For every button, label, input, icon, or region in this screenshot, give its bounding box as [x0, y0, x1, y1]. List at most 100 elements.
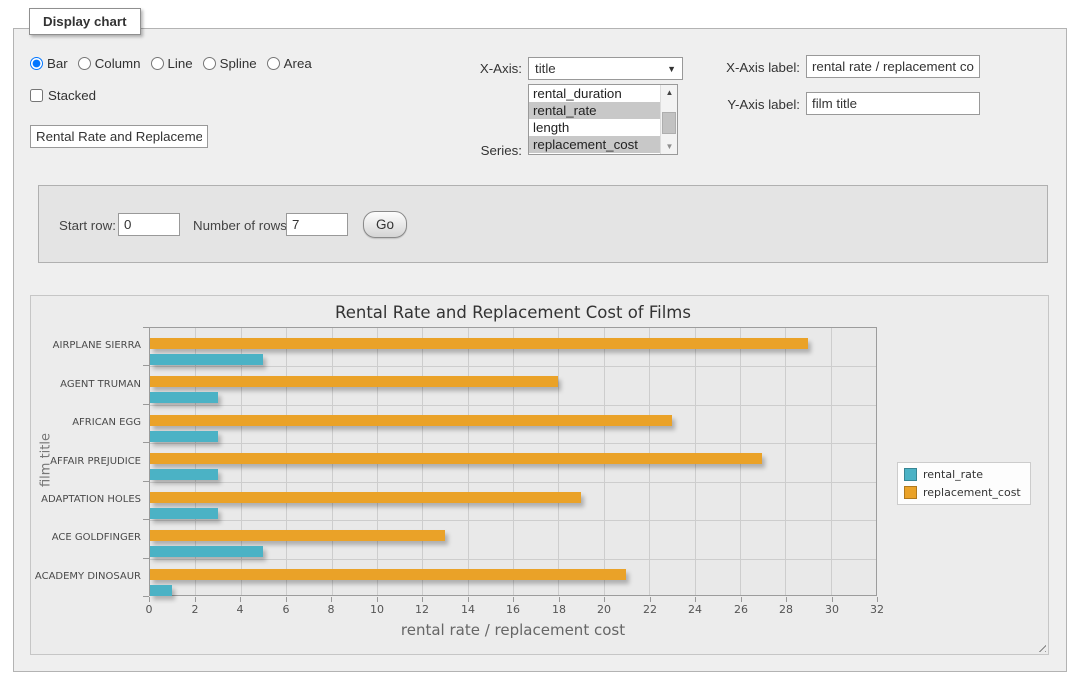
category-label: ADAPTATION HOLES [31, 494, 141, 505]
series-scrollbar[interactable]: ▲ ▼ [660, 85, 677, 154]
resize-handle-icon[interactable] [1035, 641, 1046, 652]
bar-replacement_cost[interactable] [150, 492, 581, 503]
gridline-y [150, 366, 876, 367]
series-listbox[interactable]: rental_durationrental_ratelengthreplacem… [528, 84, 678, 155]
category-label: ACADEMY DINOSAUR [31, 571, 141, 582]
chart-type-option-line[interactable]: Line [151, 56, 193, 71]
bar-replacement_cost[interactable] [150, 338, 808, 349]
x-tick-mark [559, 597, 560, 602]
radio-column[interactable] [78, 57, 91, 70]
bar-rental_rate[interactable] [150, 508, 218, 519]
series-option-rental_rate[interactable]: rental_rate [529, 102, 660, 119]
row-controls-panel: Start row: Number of rows: Go [38, 185, 1048, 263]
display-chart-fieldset: Display chart BarColumnLineSplineArea St… [13, 28, 1067, 672]
bar-rental_rate[interactable] [150, 431, 218, 442]
bar-rental_rate[interactable] [150, 585, 172, 596]
x-tick-mark [741, 597, 742, 602]
radio-bar[interactable] [30, 57, 43, 70]
scroll-down-icon[interactable]: ▼ [661, 139, 678, 154]
x-tick-label: 10 [362, 603, 392, 616]
bar-replacement_cost[interactable] [150, 415, 672, 426]
radio-label: Area [284, 56, 312, 71]
x-tick-label: 28 [771, 603, 801, 616]
chart-type-option-column[interactable]: Column [78, 56, 141, 71]
legend-item-replacement_cost: replacement_cost [904, 486, 1021, 499]
bar-replacement_cost[interactable] [150, 376, 558, 387]
gridline-y [150, 443, 876, 444]
series-option-replacement_cost[interactable]: replacement_cost [529, 136, 660, 153]
x-tick-label: 2 [180, 603, 210, 616]
x-tick-mark [331, 597, 332, 602]
x-tick-mark [195, 597, 196, 602]
y-axis-label-input[interactable] [806, 92, 980, 115]
legend-label: replacement_cost [923, 486, 1021, 499]
x-tick-label: 12 [407, 603, 437, 616]
series-option-rental_duration[interactable]: rental_duration [529, 85, 660, 102]
x-tick-label: 18 [544, 603, 574, 616]
y-tick-mark [143, 442, 149, 443]
legend-label: rental_rate [923, 468, 983, 481]
chart-type-option-bar[interactable]: Bar [30, 56, 68, 71]
y-tick-mark [143, 365, 149, 366]
num-rows-input[interactable] [286, 213, 348, 236]
radio-label: Spline [220, 56, 257, 71]
bar-rental_rate[interactable] [150, 546, 263, 557]
radio-label: Line [168, 56, 193, 71]
start-row-label: Start row: [59, 218, 116, 233]
chart-title-input[interactable] [30, 125, 208, 148]
x-tick-label: 4 [225, 603, 255, 616]
legend-swatch-replacement_cost [904, 486, 917, 499]
gridline-y [150, 482, 876, 483]
start-row-input[interactable] [118, 213, 180, 236]
bar-replacement_cost[interactable] [150, 530, 445, 541]
y-axis-label-field-label: Y-Axis label: [654, 97, 800, 112]
radio-area[interactable] [267, 57, 280, 70]
x-tick-mark [877, 597, 878, 602]
y-tick-mark [143, 558, 149, 559]
bar-rental_rate[interactable] [150, 469, 218, 480]
y-tick-mark [143, 481, 149, 482]
radio-line[interactable] [151, 57, 164, 70]
x-tick-mark [240, 597, 241, 602]
x-tick-mark [695, 597, 696, 602]
category-label: AFRICAN EGG [31, 417, 141, 428]
gridline-x [831, 328, 832, 595]
radio-spline[interactable] [203, 57, 216, 70]
gridline-x [785, 328, 786, 595]
stacked-label: Stacked [48, 88, 96, 103]
series-option-length[interactable]: length [529, 119, 660, 136]
chart-legend: rental_rate replacement_cost [897, 462, 1031, 505]
x-tick-mark [468, 597, 469, 602]
y-tick-mark [143, 404, 149, 405]
stacked-checkbox-row[interactable]: Stacked [30, 88, 96, 103]
gridline-y [150, 559, 876, 560]
bar-replacement_cost[interactable] [150, 453, 762, 464]
x-tick-label: 8 [316, 603, 346, 616]
x-axis-select-label: X-Axis: [414, 61, 522, 76]
chart-title: Rental Rate and Replacement Cost of Film… [149, 303, 877, 322]
y-tick-mark [143, 519, 149, 520]
x-tick-label: 20 [589, 603, 619, 616]
x-tick-mark [786, 597, 787, 602]
x-axis-select-value: title [529, 61, 667, 76]
scrollbar-thumb[interactable] [662, 112, 676, 134]
x-tick-label: 32 [862, 603, 892, 616]
bar-rental_rate[interactable] [150, 354, 263, 365]
x-tick-label: 26 [726, 603, 756, 616]
chart-type-option-spline[interactable]: Spline [203, 56, 257, 71]
chart-x-axis-title: rental rate / replacement cost [149, 621, 877, 639]
category-label: AFFAIR PREJUDICE [31, 456, 141, 467]
category-label: ACE GOLDFINGER [31, 532, 141, 543]
x-tick-mark [650, 597, 651, 602]
legend-swatch-rental_rate [904, 468, 917, 481]
go-button[interactable]: Go [363, 211, 407, 238]
x-axis-label-input[interactable] [806, 55, 980, 78]
bar-rental_rate[interactable] [150, 392, 218, 403]
chart-type-option-area[interactable]: Area [267, 56, 312, 71]
num-rows-label: Number of rows: [193, 218, 291, 233]
category-label: AIRPLANE SIERRA [31, 340, 141, 351]
x-tick-label: 30 [817, 603, 847, 616]
stacked-checkbox[interactable] [30, 89, 43, 102]
x-tick-label: 16 [498, 603, 528, 616]
bar-replacement_cost[interactable] [150, 569, 626, 580]
